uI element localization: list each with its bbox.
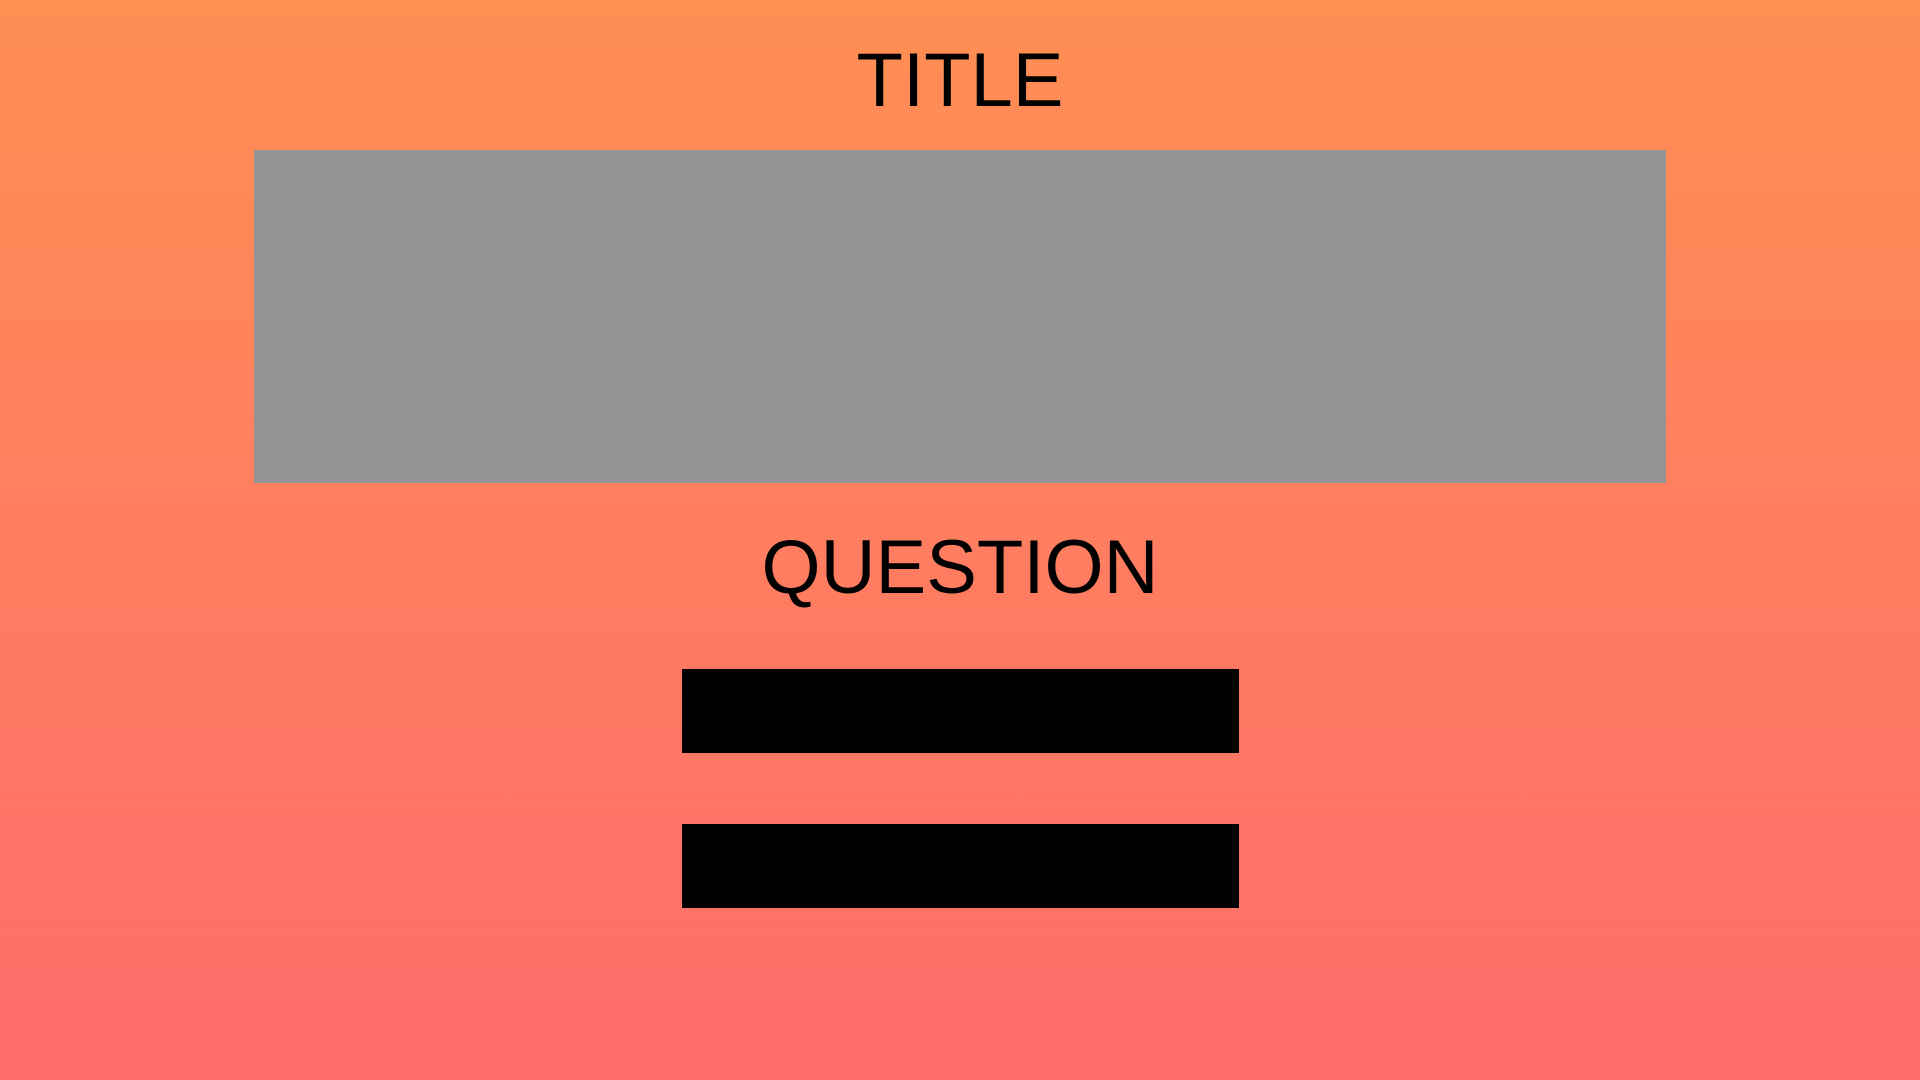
question-text: QUESTION <box>761 525 1159 610</box>
quiz-screen: TITLE QUESTION <box>0 0 1920 1080</box>
answer-button-1[interactable] <box>682 669 1239 753</box>
answer-button-2[interactable] <box>682 824 1239 908</box>
page-title: TITLE <box>856 38 1064 123</box>
media-panel <box>254 150 1666 483</box>
